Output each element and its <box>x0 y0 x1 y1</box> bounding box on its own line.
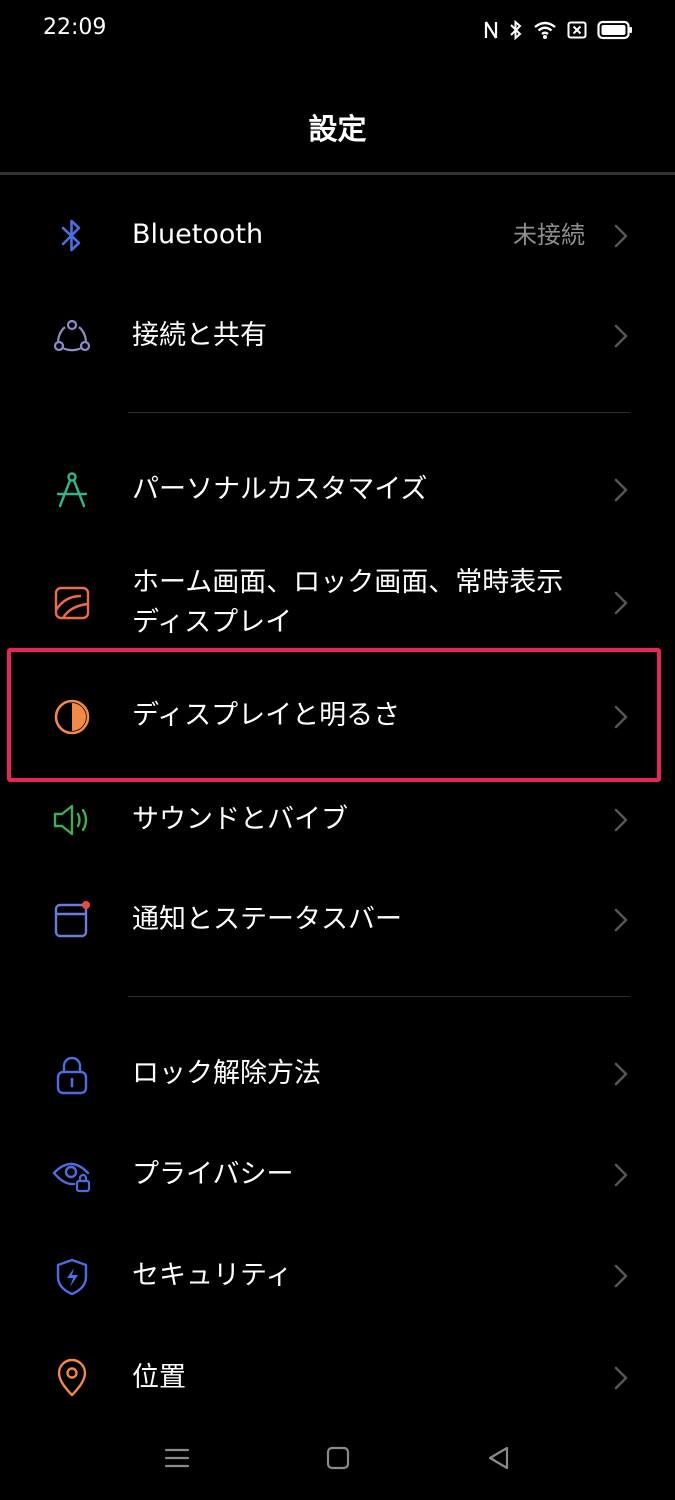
settings-item-connection-share[interactable]: 接続と共有 <box>0 286 675 386</box>
sim-off-icon <box>567 21 587 39</box>
section-divider <box>128 412 630 413</box>
settings-item-label: 位置 <box>132 1362 186 1393</box>
settings-item-label: サウンドとバイブ <box>132 804 348 835</box>
settings-item-label: ホーム画面、ロック画面、常時表示ディスプレイ <box>132 567 564 638</box>
settings-item-label: ロック解除方法 <box>132 1058 321 1089</box>
back-icon[interactable] <box>481 1440 517 1476</box>
chevron-right-icon <box>611 905 631 935</box>
bluetooth-status-value: 未接続 <box>513 221 585 249</box>
page-title: 設定 <box>308 112 367 146</box>
settings-item-label: 通知とステータスバー <box>132 904 402 935</box>
lock-icon <box>52 1055 92 1095</box>
settings-item-bluetooth[interactable]: Bluetooth 未接続 <box>0 185 675 285</box>
bluetooth-icon <box>52 216 92 256</box>
settings-item-label: プライバシー <box>132 1159 294 1190</box>
chevron-right-icon <box>611 475 631 505</box>
chevron-right-icon <box>611 221 631 251</box>
section-divider <box>128 996 630 997</box>
chevron-right-icon <box>611 1363 631 1393</box>
nfc-icon <box>483 20 499 40</box>
menu-icon[interactable] <box>159 1440 195 1476</box>
chevron-right-icon <box>611 321 631 351</box>
settings-item-personal-customize[interactable]: パーソナルカスタマイズ <box>0 440 675 540</box>
compass-icon <box>52 470 92 510</box>
chevron-right-icon <box>611 1261 631 1291</box>
highlight-box <box>7 648 661 782</box>
settings-item-label: パーソナルカスタマイズ <box>132 474 428 505</box>
speaker-icon <box>52 800 92 840</box>
settings-item-home-lock-aod[interactable]: ホーム画面、ロック画面、常時表示ディスプレイ <box>0 555 675 647</box>
settings-item-unlock-method[interactable]: ロック解除方法 <box>0 1024 675 1124</box>
header-divider <box>0 172 675 175</box>
bluetooth-status-icon <box>509 20 523 40</box>
settings-item-security[interactable]: セキュリティ <box>0 1226 675 1326</box>
settings-item-location[interactable]: 位置 <box>0 1328 675 1428</box>
settings-item-privacy[interactable]: プライバシー <box>0 1125 675 1225</box>
status-icons <box>483 18 633 42</box>
chevron-right-icon <box>611 588 631 618</box>
chevron-right-icon <box>611 805 631 835</box>
wallpaper-icon <box>52 583 92 623</box>
home-icon[interactable] <box>320 1440 356 1476</box>
notification-icon <box>52 900 92 940</box>
chevron-right-icon <box>611 1160 631 1190</box>
settings-item-notification-statusbar[interactable]: 通知とステータスバー <box>0 870 675 970</box>
battery-icon <box>597 20 633 40</box>
wifi-icon <box>533 20 557 40</box>
shield-icon <box>52 1257 92 1297</box>
settings-item-label: 接続と共有 <box>132 320 267 351</box>
chevron-right-icon <box>611 1059 631 1089</box>
location-icon <box>52 1358 92 1398</box>
status-bar: 22:09 <box>0 0 675 60</box>
settings-item-label: セキュリティ <box>132 1260 293 1291</box>
status-time: 22:09 <box>43 15 107 40</box>
privacy-eye-icon <box>52 1155 92 1195</box>
settings-item-sound-vibration[interactable]: サウンドとバイブ <box>0 770 675 870</box>
header: 設定 <box>0 80 675 172</box>
navigation-bar <box>0 1420 675 1500</box>
connection-share-icon <box>52 316 92 356</box>
